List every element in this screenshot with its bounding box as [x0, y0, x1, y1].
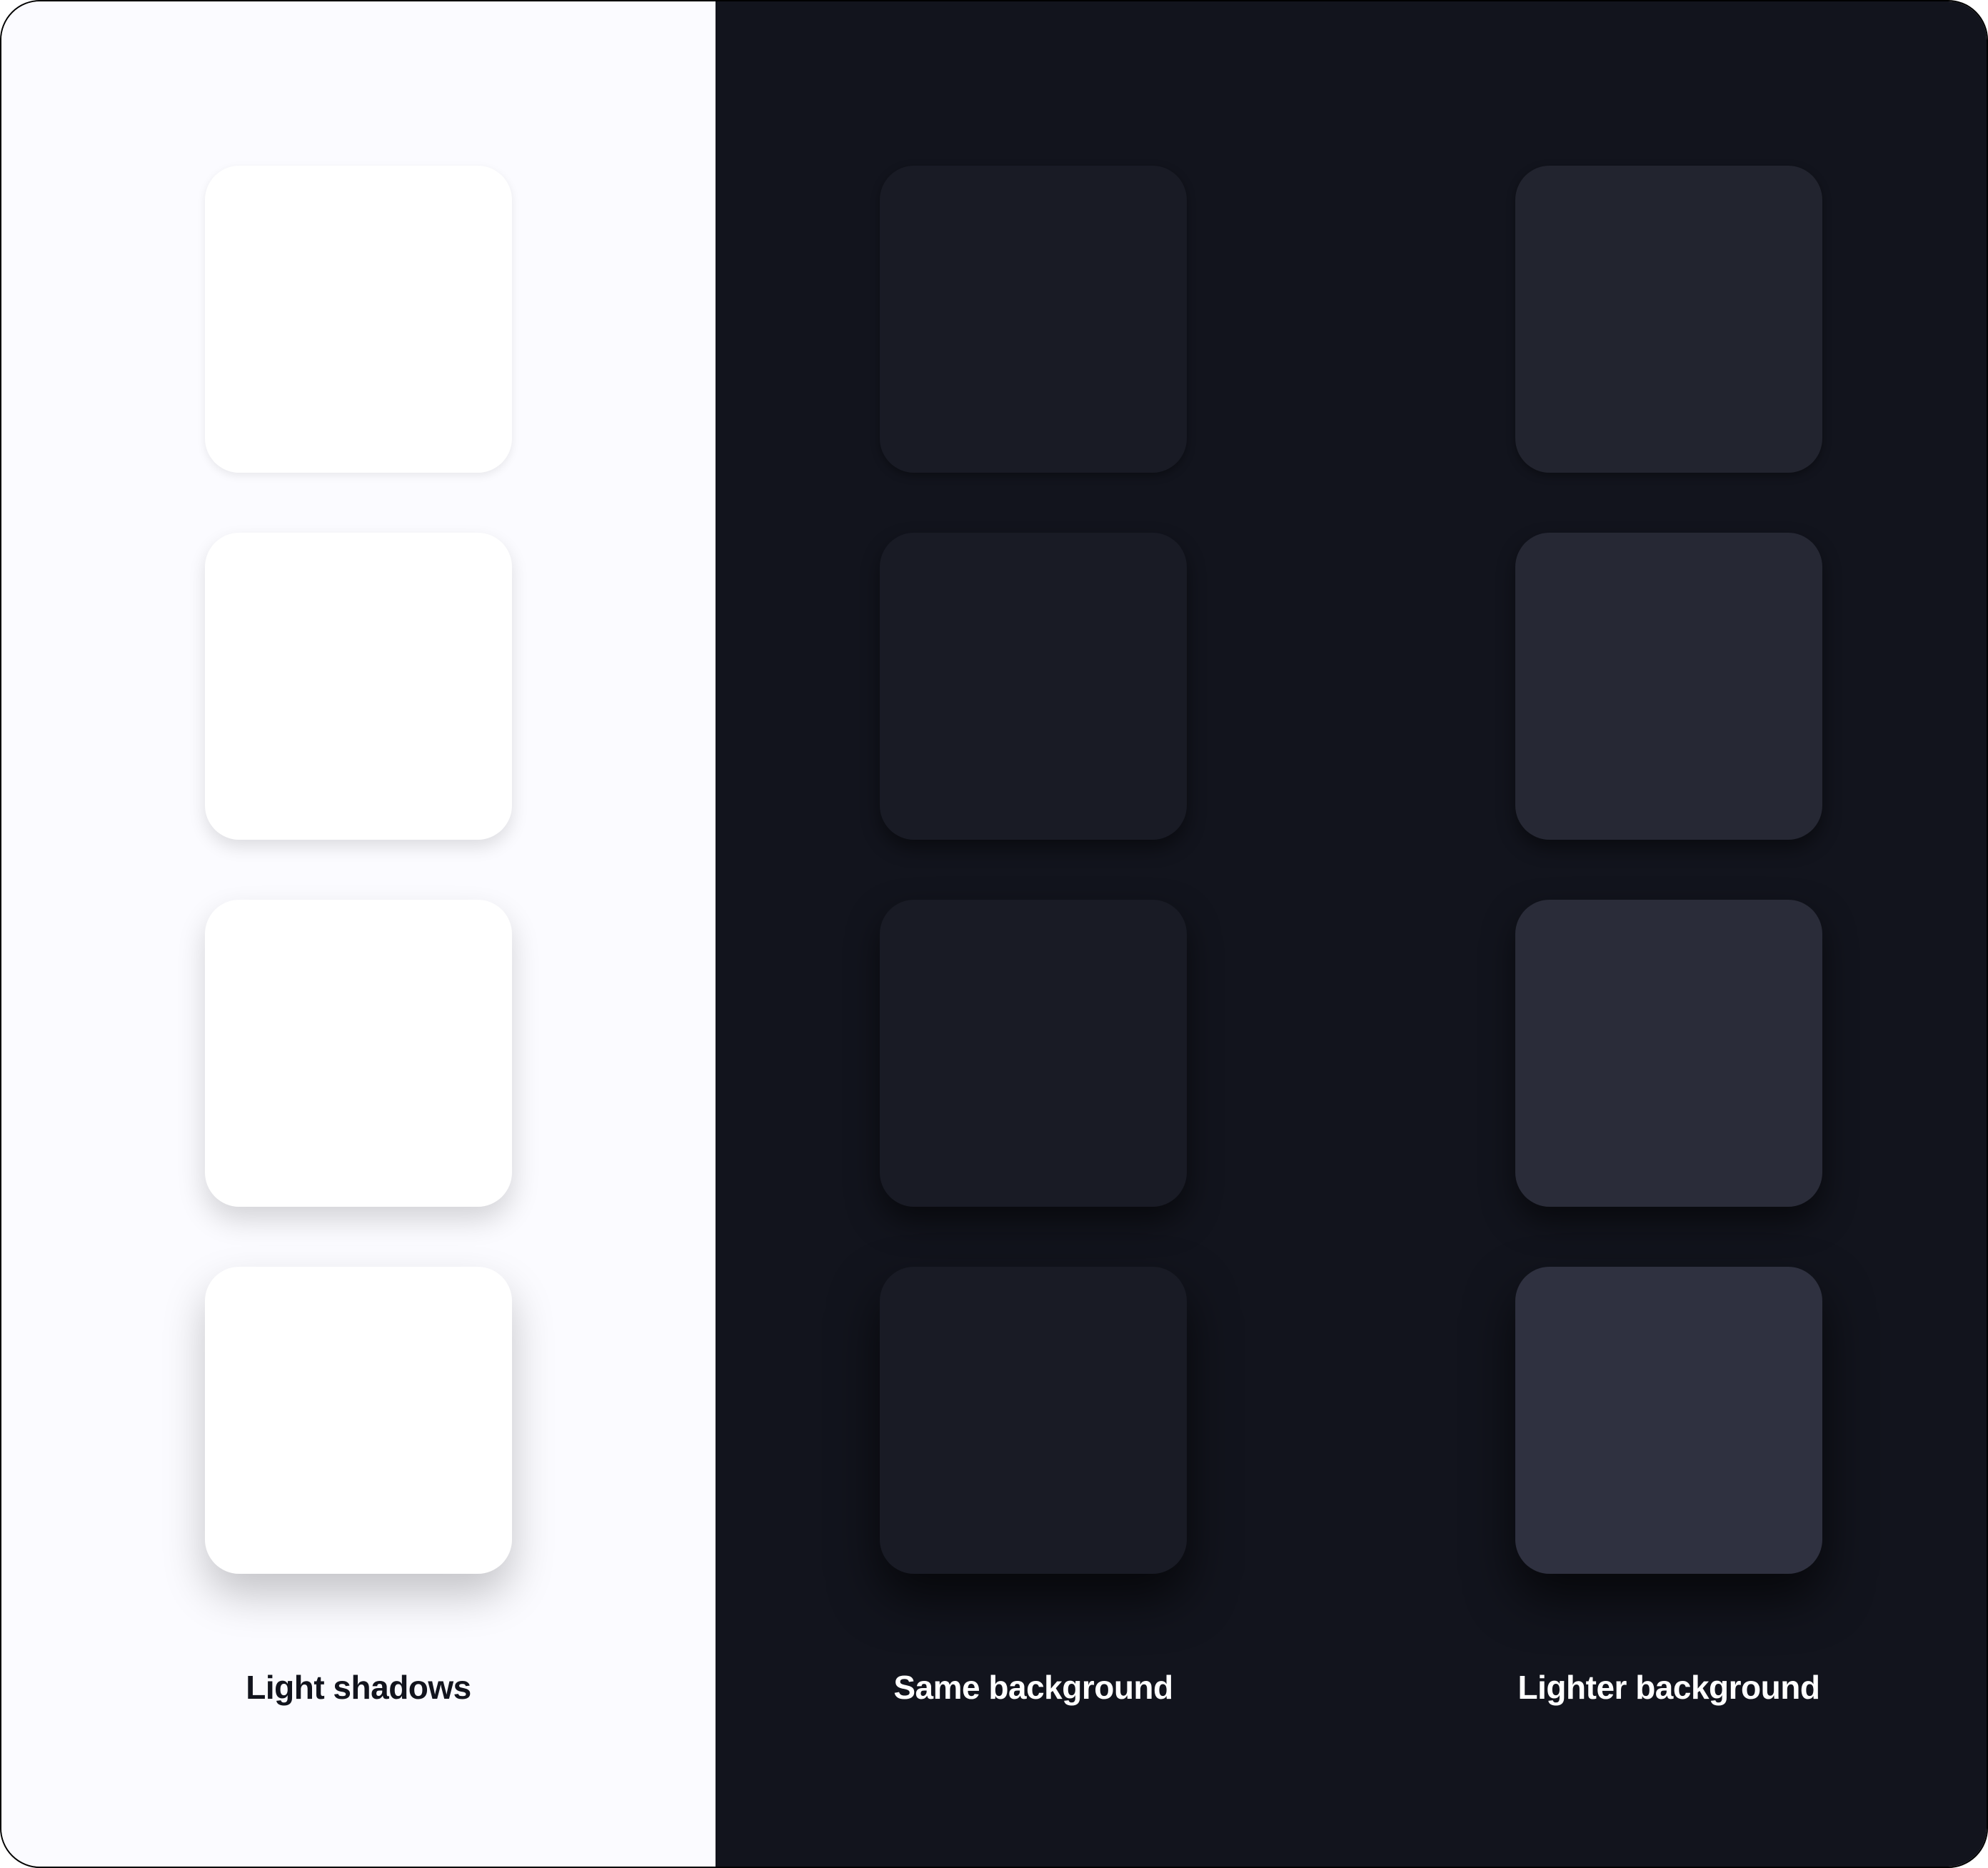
swatch-lighter-4	[1515, 1267, 1822, 1574]
column-same-background: Same background	[880, 166, 1187, 1707]
panel-dark: Same background Lighter background	[716, 1, 1987, 1867]
swatch-light-1	[205, 166, 512, 473]
swatch-lighter-2	[1515, 533, 1822, 840]
shadow-comparison-diagram: Light shadows Same background Lighter ba…	[0, 0, 1988, 1868]
panel-light: Light shadows	[1, 1, 716, 1867]
caption-lighter-background: Lighter background	[1518, 1668, 1820, 1707]
swatch-same-4	[880, 1267, 1187, 1574]
swatch-same-3	[880, 900, 1187, 1207]
swatch-light-2	[205, 533, 512, 840]
swatch-lighter-3	[1515, 900, 1822, 1207]
swatch-lighter-1	[1515, 166, 1822, 473]
swatch-same-2	[880, 533, 1187, 840]
swatch-light-4	[205, 1267, 512, 1574]
caption-same-background: Same background	[893, 1668, 1173, 1707]
swatch-same-1	[880, 166, 1187, 473]
column-lighter-background: Lighter background	[1515, 166, 1822, 1707]
swatch-light-3	[205, 900, 512, 1207]
column-light-shadows: Light shadows	[205, 166, 512, 1707]
caption-light-shadows: Light shadows	[246, 1668, 471, 1707]
